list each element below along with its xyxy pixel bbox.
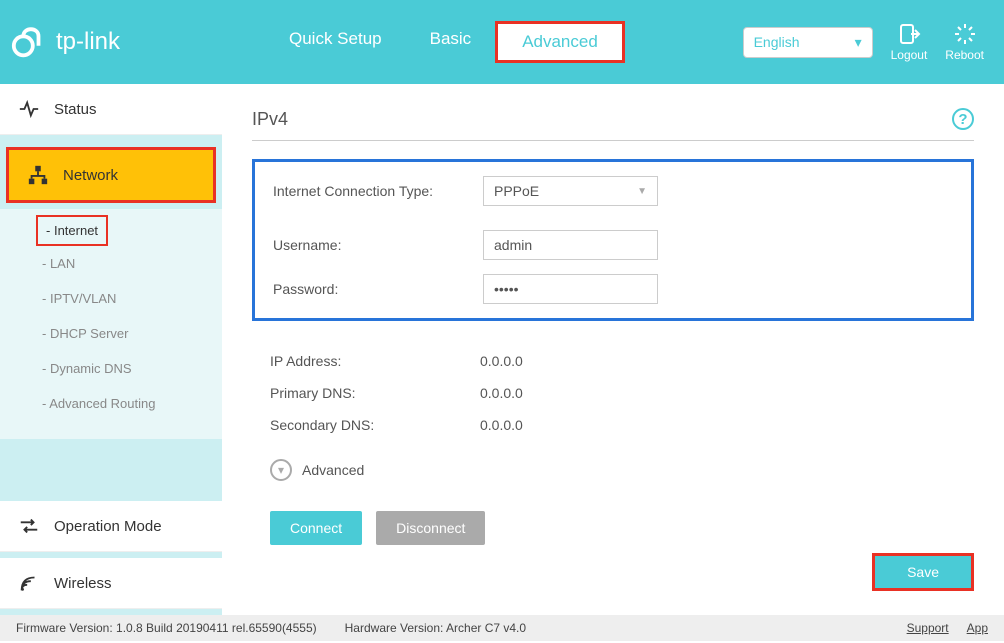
label-password: Password: bbox=[273, 281, 483, 297]
label-pdns: Primary DNS: bbox=[270, 385, 480, 401]
input-username[interactable] bbox=[483, 230, 658, 260]
support-link[interactable]: Support bbox=[907, 621, 949, 635]
caret-down-icon: ▼ bbox=[637, 186, 647, 197]
hardware-version: Hardware Version: Archer C7 v4.0 bbox=[345, 621, 526, 635]
wireless-icon bbox=[18, 572, 40, 594]
label-sdns: Secondary DNS: bbox=[270, 417, 480, 433]
sidebar-item-operation-mode[interactable]: Operation Mode bbox=[0, 501, 222, 552]
header: tp-link Quick Setup Basic Advanced Engli… bbox=[0, 0, 1004, 84]
label-ip: IP Address: bbox=[270, 353, 480, 369]
sidebar-sub-routing[interactable]: Advanced Routing bbox=[0, 386, 222, 421]
header-right: English ▾ Logout Reboot bbox=[743, 22, 984, 62]
chevron-down-icon: ▾ bbox=[270, 459, 292, 481]
reboot-button[interactable]: Reboot bbox=[945, 22, 984, 62]
language-value: English bbox=[754, 34, 800, 50]
advanced-toggle[interactable]: ▾ Advanced bbox=[252, 441, 974, 499]
top-tabs: Quick Setup Basic Advanced bbox=[265, 21, 625, 63]
value-pdns: 0.0.0.0 bbox=[480, 385, 523, 401]
brand-logo: tp-link bbox=[10, 23, 205, 61]
status-icon bbox=[18, 98, 40, 120]
sidebar-sub-ddns[interactable]: Dynamic DNS bbox=[0, 351, 222, 386]
network-icon bbox=[27, 164, 49, 186]
sidebar: Status Network Internet LAN IPTV/VLAN DH… bbox=[0, 84, 222, 615]
brand-text: tp-link bbox=[56, 28, 120, 56]
operation-mode-icon bbox=[18, 515, 40, 537]
value-ip: 0.0.0.0 bbox=[480, 353, 523, 369]
logout-button[interactable]: Logout bbox=[891, 22, 928, 62]
tplink-icon bbox=[10, 23, 48, 61]
label-conn-type: Internet Connection Type: bbox=[273, 183, 483, 199]
sidebar-item-wireless[interactable]: Wireless bbox=[0, 558, 222, 609]
input-password[interactable] bbox=[483, 274, 658, 304]
main-panel: IPv4 ? Internet Connection Type: PPPoE ▼… bbox=[222, 84, 1004, 615]
language-select[interactable]: English ▾ bbox=[743, 27, 873, 58]
reboot-icon bbox=[953, 22, 977, 46]
app-link[interactable]: App bbox=[967, 621, 988, 635]
tab-advanced[interactable]: Advanced bbox=[495, 21, 625, 63]
logout-icon bbox=[897, 22, 921, 46]
tab-basic[interactable]: Basic bbox=[406, 21, 496, 63]
sidebar-sub-internet[interactable]: Internet bbox=[36, 215, 108, 246]
sidebar-item-status[interactable]: Status bbox=[0, 84, 222, 135]
save-button[interactable]: Save bbox=[875, 556, 971, 588]
connection-form: Internet Connection Type: PPPoE ▼ Userna… bbox=[252, 159, 974, 321]
disconnect-button[interactable]: Disconnect bbox=[376, 511, 485, 545]
help-icon[interactable]: ? bbox=[952, 108, 974, 130]
firmware-version: Firmware Version: 1.0.8 Build 20190411 r… bbox=[16, 621, 317, 635]
value-sdns: 0.0.0.0 bbox=[480, 417, 523, 433]
select-conn-type[interactable]: PPPoE ▼ bbox=[483, 176, 658, 206]
network-subitems: Internet LAN IPTV/VLAN DHCP Server Dynam… bbox=[0, 209, 222, 439]
sidebar-sub-lan[interactable]: LAN bbox=[0, 246, 222, 281]
label-username: Username: bbox=[273, 237, 483, 253]
save-highlight: Save bbox=[872, 553, 974, 591]
page-title: IPv4 bbox=[252, 109, 288, 130]
section-title-row: IPv4 ? bbox=[252, 108, 974, 141]
footer: Firmware Version: 1.0.8 Build 20190411 r… bbox=[0, 615, 1004, 641]
connect-button[interactable]: Connect bbox=[270, 511, 362, 545]
chevron-down-icon: ▾ bbox=[855, 34, 862, 51]
tab-quick-setup[interactable]: Quick Setup bbox=[265, 21, 406, 63]
sidebar-sub-dhcp[interactable]: DHCP Server bbox=[0, 316, 222, 351]
sidebar-sub-iptv[interactable]: IPTV/VLAN bbox=[0, 281, 222, 316]
sidebar-item-network[interactable]: Network bbox=[6, 147, 216, 203]
